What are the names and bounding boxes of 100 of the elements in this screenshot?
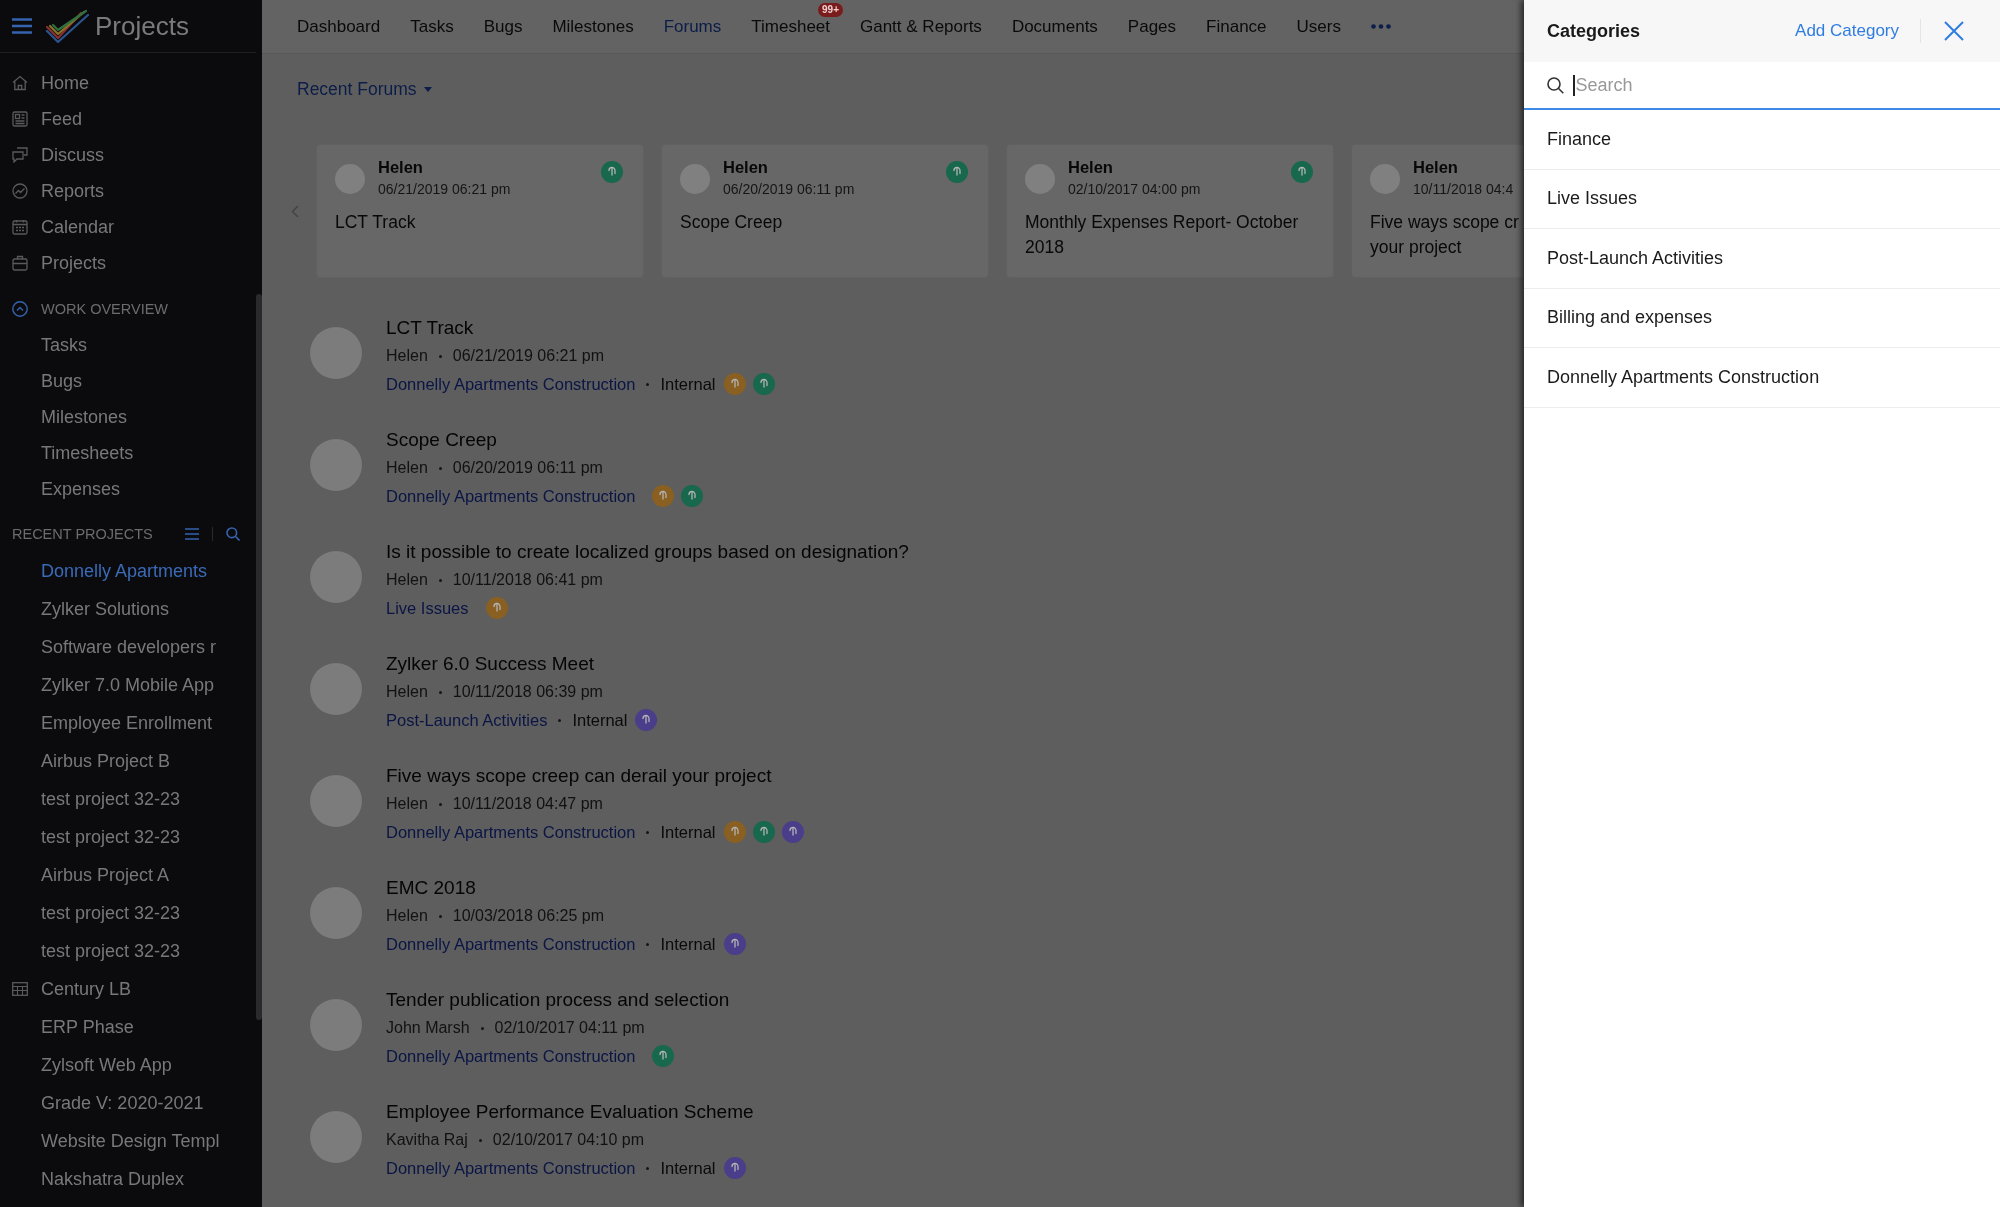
project-link[interactable]: test project 32-23 (0, 894, 256, 932)
project-link[interactable]: Website Design Templ (0, 1122, 256, 1160)
category-link[interactable]: Donnelly Apartments Construction (386, 1158, 636, 1178)
project-link[interactable]: Grade V: 2020-2021 (0, 1084, 256, 1122)
separator-dot-icon (438, 354, 442, 358)
project-link[interactable]: Airbus Project A (0, 856, 256, 894)
avatar (310, 999, 362, 1051)
category-item[interactable]: Post-Launch Activities (1524, 229, 2000, 289)
visibility-label: Internal (660, 374, 716, 394)
forum-title[interactable]: Scope Creep (386, 426, 497, 454)
sidebar-link[interactable]: Projects (0, 245, 256, 281)
forum-card[interactable]: Helen 06/20/2019 06:11 pm Scope Creep (661, 144, 989, 278)
search-field[interactable]: Search (1574, 62, 2000, 108)
filter-icon[interactable] (185, 528, 199, 540)
project-link[interactable]: ERP Phase (0, 1008, 256, 1046)
nav-tab[interactable]: Timesheet (751, 16, 830, 37)
forum-card[interactable]: Helen 02/10/2017 04:00 pm Monthly Expenses Report- October 2018 (1006, 144, 1334, 278)
sidebar-link[interactable]: Timesheets (0, 435, 256, 471)
forum-title[interactable]: Employee Performance Evaluation Scheme (386, 1098, 754, 1126)
post-date: 06/21/2019 06:21 pm (378, 180, 511, 199)
author-name: Helen (1413, 157, 1458, 178)
avatar (310, 551, 362, 603)
sidebar-link[interactable]: Home (0, 65, 256, 101)
forum-title[interactable]: Zylker 6.0 Success Meet (386, 650, 595, 678)
project-link[interactable]: Employee Enrollment (0, 704, 256, 742)
project-link[interactable]: test project 32-23 (0, 780, 256, 818)
sidebar-link[interactable]: Tasks (0, 327, 256, 363)
nav-tab[interactable]: Tasks (410, 16, 454, 37)
close-icon[interactable] (1944, 21, 1964, 41)
nav-tab[interactable]: Forums (663, 16, 722, 37)
add-category-link[interactable]: Add Category (1795, 21, 1899, 41)
text-cursor-icon (1573, 74, 1575, 96)
card-title: Scope Creep (680, 211, 784, 234)
project-link[interactable]: Zylker Solutions (0, 590, 256, 628)
nav-tab[interactable]: Finance (1206, 16, 1267, 37)
forum-card[interactable]: Helen 06/21/2019 06:21 pm LCT Track (316, 144, 644, 278)
sidebar-link[interactable]: Bugs (0, 363, 256, 399)
nav-tab[interactable]: Milestones (552, 16, 634, 37)
chevron-left-icon[interactable] (291, 204, 299, 218)
nav-tab[interactable]: Dashboard (297, 16, 381, 37)
sidebar-link[interactable]: Milestones (0, 399, 256, 435)
chat-icon (12, 147, 28, 163)
forum-filter-dropdown[interactable]: Recent Forums (297, 77, 432, 101)
sidebar-link[interactable]: Calendar (0, 209, 256, 245)
separator-dot-icon (438, 578, 442, 582)
post-date: 10/11/2018 04:47 pm (452, 795, 603, 813)
category-link[interactable]: Donnelly Apartments Construction (386, 822, 636, 842)
post-date: 06/21/2019 06:21 pm (452, 347, 605, 365)
sidebar-link[interactable]: Feed (0, 101, 256, 137)
category-link[interactable]: Donnelly Apartments Construction (386, 934, 636, 954)
post-date: 06/20/2019 06:11 pm (452, 459, 603, 477)
category-link[interactable]: Donnelly Apartments Construction (386, 1046, 636, 1066)
more-icon[interactable] (1370, 24, 1391, 29)
author-name: Helen (386, 795, 428, 813)
separator-dot-icon (438, 914, 442, 918)
search-icon[interactable] (226, 527, 240, 541)
project-link[interactable]: Zylsoft Web App (0, 1046, 256, 1084)
section-toggle[interactable]: WORK OVERVIEW (0, 291, 256, 327)
menu-icon[interactable] (12, 18, 32, 34)
project-link[interactable]: Airbus Project B (0, 742, 256, 780)
nav-tab[interactable]: Pages (1127, 16, 1177, 37)
separator-dot-icon (558, 718, 562, 722)
visibility-label: Internal (660, 934, 716, 954)
forum-card[interactable]: Helen 10/11/2018 04:4 Five ways scope cr your project (1351, 144, 1524, 278)
nav-tab[interactable]: Documents (1011, 16, 1098, 37)
sidebar-link[interactable]: Discuss (0, 137, 256, 173)
forum-title[interactable]: EMC 2018 (386, 874, 476, 902)
project-link[interactable]: test project 32-23 (0, 818, 256, 856)
scrollbar-thumb[interactable] (256, 294, 262, 1020)
author-name: Helen (378, 157, 423, 178)
forum-title[interactable]: Five ways scope creep can derail your project (386, 762, 772, 790)
nav-tab[interactable]: Bugs (483, 16, 523, 37)
post-date: 10/11/2018 04:4 (1413, 180, 1514, 199)
sidebar-link[interactable]: Expenses (0, 471, 256, 507)
project-link[interactable]: Donnelly Apartments (0, 552, 256, 590)
category-link[interactable]: Live Issues (386, 598, 469, 618)
project-link[interactable]: test project 32-23 (0, 932, 256, 970)
forum-title[interactable]: LCT Track (386, 314, 474, 342)
project-link[interactable]: Zylker 7.0 Mobile App (0, 666, 256, 704)
project-link[interactable]: Software developers r (0, 628, 256, 666)
briefcase-icon (12, 255, 28, 271)
card-title: Monthly Expenses Report- October 2018 (1025, 211, 1300, 259)
nav-tab[interactable]: Gantt & Reports (860, 16, 982, 37)
category-item[interactable]: Finance (1524, 110, 2000, 170)
category-link[interactable]: Donnelly Apartments Construction (386, 486, 636, 506)
separator-dot-icon (646, 1166, 650, 1170)
category-link[interactable]: Donnelly Apartments Construction (386, 374, 636, 394)
section-label: RECENT PROJECTS (12, 526, 154, 542)
project-link[interactable]: Nakshatra Duplex (0, 1160, 256, 1198)
project-link[interactable]: Century LB (0, 970, 256, 1008)
forum-title[interactable]: Tender publication process and selection (386, 986, 730, 1014)
separator-dot-icon (438, 466, 442, 470)
sidebar-link[interactable]: Reports (0, 173, 256, 209)
forum-title[interactable]: Is it possible to create localized groups based on designation? (386, 538, 909, 566)
avatar (310, 1111, 362, 1163)
category-link[interactable]: Post-Launch Activities (386, 710, 548, 730)
category-item[interactable]: Billing and expenses (1524, 288, 2000, 348)
category-item[interactable]: Donnelly Apartments Construction (1524, 348, 2000, 408)
category-item[interactable]: Live Issues (1524, 169, 2000, 229)
nav-tab[interactable]: Users (1296, 16, 1341, 37)
